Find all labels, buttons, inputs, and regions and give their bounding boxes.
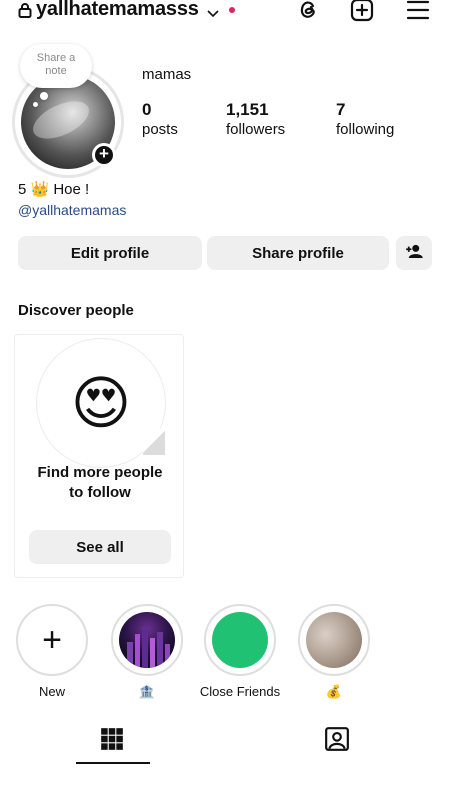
- highlight-close-friends[interactable]: Close Friends: [200, 604, 280, 699]
- active-tab-indicator: [76, 762, 150, 764]
- highlight-new[interactable]: + New: [16, 604, 88, 699]
- note-bubble-tail: [33, 102, 38, 107]
- new-post-icon[interactable]: [350, 0, 374, 22]
- highlight-label: Close Friends: [199, 684, 281, 699]
- see-all-button[interactable]: See all: [29, 530, 171, 564]
- highlight-label: New: [38, 684, 65, 699]
- grid-icon[interactable]: [99, 726, 129, 756]
- following-stat[interactable]: 7 following: [336, 100, 394, 140]
- profile-header: yallhatemamasss: [0, 0, 449, 24]
- page-curl-decoration: [143, 429, 165, 455]
- highlight-label: 🏦: [138, 684, 156, 699]
- following-count: 7: [336, 100, 346, 119]
- following-label: following: [336, 121, 395, 138]
- account-switcher[interactable]: yallhatemamasss: [18, 0, 235, 21]
- share-profile-button[interactable]: Share profile: [207, 236, 389, 270]
- highlight-circle: [111, 604, 183, 676]
- highlight-cover-green: [212, 612, 268, 668]
- note-placeholder-line2: note: [45, 65, 67, 77]
- posts-stat[interactable]: 0 posts: [142, 100, 178, 140]
- posts-label: posts: [142, 121, 178, 138]
- highlight-circle: [204, 604, 276, 676]
- add-person-icon: [405, 244, 423, 262]
- add-story-plus-icon[interactable]: +: [92, 143, 116, 167]
- card-text-line2: to follow: [69, 484, 131, 501]
- highlight-label: 💰: [325, 684, 343, 699]
- chevron-down-icon[interactable]: [207, 5, 219, 17]
- edit-profile-button[interactable]: Edit profile: [18, 236, 202, 270]
- followers-label: followers: [226, 121, 286, 138]
- suggestion-card[interactable]: 😍 Find more people to follow See all: [14, 334, 184, 578]
- plus-icon: +: [42, 620, 62, 659]
- note-bubble[interactable]: Share a note: [20, 44, 92, 88]
- threads-handle-link[interactable]: @yallhatemamas: [18, 202, 126, 218]
- username: yallhatemamasss: [36, 0, 199, 20]
- lock-icon: [18, 2, 32, 18]
- highlight-city[interactable]: 🏦: [111, 604, 183, 700]
- note-bubble-tail: [40, 92, 48, 100]
- highlight-circle: [298, 604, 370, 676]
- discover-people-button[interactable]: [396, 236, 432, 270]
- menu-icon[interactable]: [406, 0, 430, 22]
- highlight-circle: +: [16, 604, 88, 676]
- display-name: mamas: [142, 66, 192, 83]
- notification-dot: [228, 6, 235, 13]
- card-text: Find more people to follow: [15, 463, 185, 503]
- followers-count: 1,151: [226, 100, 269, 119]
- highlight-money[interactable]: 💰: [298, 604, 370, 700]
- card-text-line1: Find more people: [37, 464, 163, 481]
- discover-people-title: Discover people: [18, 302, 134, 319]
- note-placeholder-line1: Share a: [36, 52, 76, 64]
- followers-stat[interactable]: 1,151 followers: [226, 100, 285, 140]
- bio-text: 5 👑 Hoe !: [18, 181, 90, 198]
- posts-count: 0: [142, 100, 152, 119]
- highlight-cover-image: [119, 612, 175, 668]
- tagged-icon[interactable]: [324, 726, 354, 756]
- threads-icon[interactable]: [296, 0, 320, 22]
- highlight-cover-image: [306, 612, 362, 668]
